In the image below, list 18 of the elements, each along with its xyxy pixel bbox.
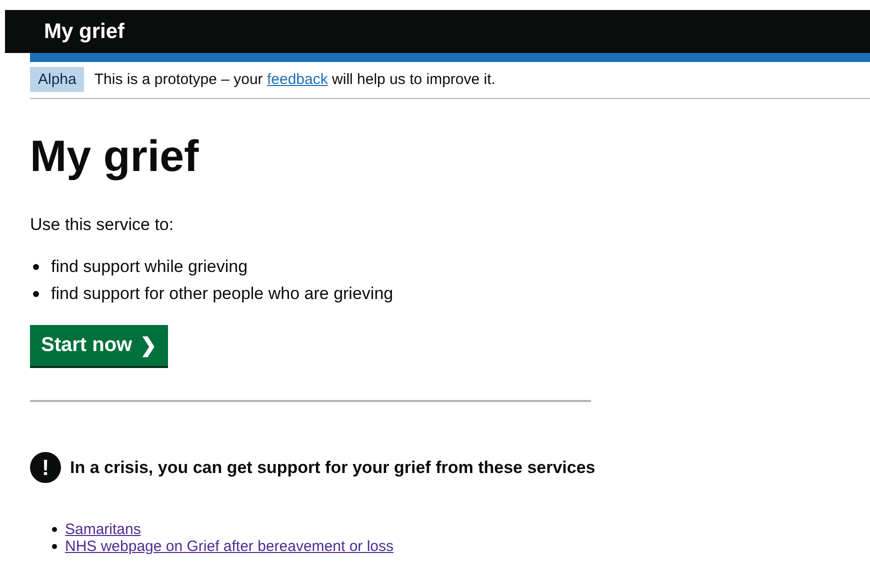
phase-tag: Alpha <box>30 67 84 92</box>
phase-banner-text: This is a prototype – your feedback will help us to improve it. <box>94 71 496 88</box>
service-name: My grief <box>44 20 125 44</box>
chevron-icon: ❯ <box>140 333 158 358</box>
start-button[interactable]: Start now ❯ <box>30 325 168 366</box>
service-link[interactable]: NHS webpage on Grief after bereavement or loss <box>65 538 394 556</box>
intro-text: Use this service to: <box>30 215 175 236</box>
bullet-icon <box>33 264 39 270</box>
list-item-text: find support while grieving <box>51 256 248 278</box>
bullet-icon <box>52 544 57 550</box>
bullet-icon <box>33 290 39 297</box>
feedback-link[interactable]: feedback <box>266 71 328 88</box>
list-item-text: find support for other people who are grieving <box>51 283 394 306</box>
warning-icon: ! <box>30 452 61 484</box>
bullet-icon <box>52 527 57 532</box>
page-title: My grief <box>30 133 200 182</box>
service-link[interactable]: Samaritans <box>65 521 141 538</box>
warning-text: In a crisis, you can get support for your grief from these services <box>70 458 596 478</box>
